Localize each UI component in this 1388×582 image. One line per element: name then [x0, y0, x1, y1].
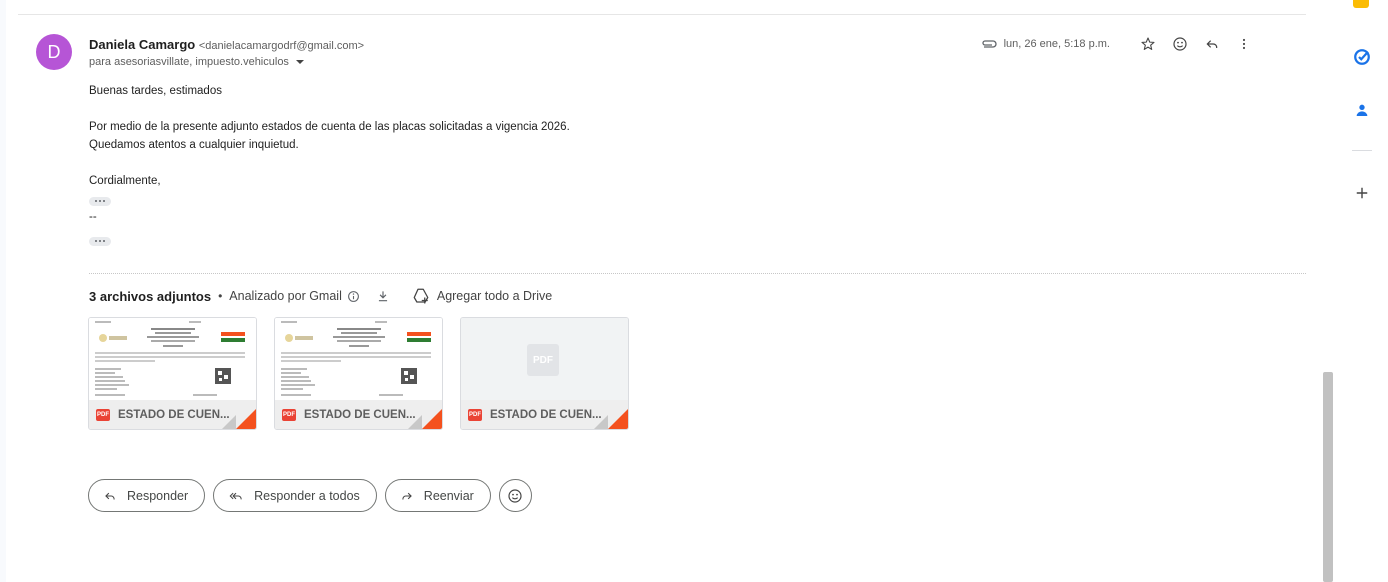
sender-email: <danielacamargodrf@gmail.com> — [198, 40, 365, 52]
drive-add-icon[interactable] — [412, 287, 430, 305]
reply-actions: Responder Responder a todos Reenviar — [88, 479, 532, 512]
keep-icon[interactable] — [1353, 0, 1369, 8]
scanned-label: Analizado por Gmail — [229, 289, 342, 303]
message-date: lun, 26 ene, 5:18 p.m. — [1003, 38, 1110, 50]
add-all-to-drive-link[interactable]: Agregar todo a Drive — [437, 289, 552, 303]
side-panel — [1336, 0, 1388, 582]
tasks-icon — [1354, 49, 1370, 65]
message-header-actions: lun, 26 ene, 5:18 p.m. — [980, 34, 1254, 54]
add-reaction-button[interactable] — [1170, 34, 1190, 54]
attachment-preview — [89, 318, 256, 400]
sender-name[interactable]: Daniela Camargo — [89, 37, 195, 52]
top-divider — [18, 14, 1306, 15]
forward-icon — [402, 492, 412, 499]
add-icon — [1356, 187, 1368, 199]
attachment-card[interactable]: PDF PDF ESTADO DE CUEN... — [460, 317, 629, 430]
emoji-icon — [1173, 37, 1187, 51]
attachment-card[interactable]: PDF ESTADO DE CUEN... — [88, 317, 257, 430]
recipients-text: para asesoriasvillate, impuesto.vehiculo… — [89, 56, 289, 68]
reply-label: Responder — [127, 488, 189, 503]
corner-fold-icon — [236, 409, 256, 429]
pdf-file-icon: PDF — [468, 409, 482, 421]
reply-all-button[interactable]: Responder a todos — [213, 479, 377, 512]
reply-all-label: Responder a todos — [254, 488, 360, 503]
side-panel-divider — [1352, 150, 1372, 151]
star-button[interactable] — [1138, 34, 1158, 54]
attachments-count: 3 archivos adjuntos — [89, 288, 212, 304]
attachment-card[interactable]: PDF ESTADO DE CUEN... — [274, 317, 443, 430]
body-line-1: Por medio de la presente adjunto estados… — [89, 121, 570, 133]
pdf-file-icon: PDF — [96, 409, 110, 421]
attachment-filename: ESTADO DE CUEN... — [118, 409, 230, 421]
star-icon — [1141, 37, 1155, 50]
recipients-line[interactable]: para asesoriasvillate, impuesto.vehiculo… — [89, 56, 304, 68]
tasks-button[interactable] — [1349, 44, 1375, 70]
info-icon[interactable] — [347, 290, 360, 303]
body-line-2: Quedamos atentos a cualquier inquietud. — [89, 139, 299, 151]
more-vert-icon — [1242, 38, 1246, 50]
forward-button[interactable]: Reenviar — [384, 479, 491, 512]
message-body: Buenas tardes, estimados Por medio de la… — [89, 82, 570, 248]
corner-fold-icon — [608, 409, 628, 429]
body-closing: Cordialmente, — [89, 175, 161, 187]
attachment-preview-placeholder: PDF — [461, 318, 628, 400]
reply-button[interactable]: Responder — [88, 479, 206, 512]
download-icon[interactable] — [376, 289, 390, 303]
reply-button-header[interactable] — [1202, 34, 1222, 54]
body-greeting: Buenas tardes, estimados — [89, 85, 222, 97]
emoji-icon — [508, 488, 522, 503]
message-view: D Daniela Camargo <danielacamargodrf@gma… — [0, 0, 1336, 582]
corner-fold-icon — [422, 409, 442, 429]
left-gutter — [0, 0, 6, 582]
attachments-separator: • — [218, 289, 223, 303]
attachment-list: PDF ESTADO DE CUEN... PDF ESTADO DE CUEN… — [88, 317, 629, 430]
emoji-reaction-button[interactable] — [498, 479, 532, 512]
sender-avatar[interactable]: D — [36, 34, 72, 70]
reply-icon — [105, 492, 115, 499]
signature-separator: -- — [89, 211, 97, 223]
chevron-down-icon[interactable] — [295, 60, 304, 64]
reply-icon — [1206, 40, 1218, 48]
forward-label: Reenviar — [423, 488, 474, 503]
attachment-filename: ESTADO DE CUEN... — [490, 409, 602, 421]
get-addons-button[interactable] — [1349, 180, 1375, 206]
pdf-placeholder-icon: PDF — [527, 344, 559, 376]
contacts-button[interactable] — [1349, 97, 1375, 123]
scrollbar-thumb[interactable] — [1323, 372, 1333, 582]
show-trimmed-content-button-2[interactable] — [89, 236, 111, 246]
attachments-divider — [89, 273, 1306, 274]
attachment-filename: ESTADO DE CUEN... — [304, 409, 416, 421]
contacts-icon — [1356, 104, 1368, 116]
show-trimmed-content-button[interactable] — [89, 196, 111, 206]
attachments-header: 3 archivos adjuntos • Analizado por Gmai… — [89, 287, 552, 305]
paperclip-icon — [981, 40, 997, 48]
reply-all-icon — [229, 492, 242, 499]
attachment-preview — [275, 318, 442, 400]
avatar-initial: D — [47, 41, 61, 62]
pdf-file-icon: PDF — [282, 409, 296, 421]
sender-line: Daniela Camargo <danielacamargodrf@gmail… — [89, 37, 364, 52]
more-options-button[interactable] — [1234, 34, 1254, 54]
